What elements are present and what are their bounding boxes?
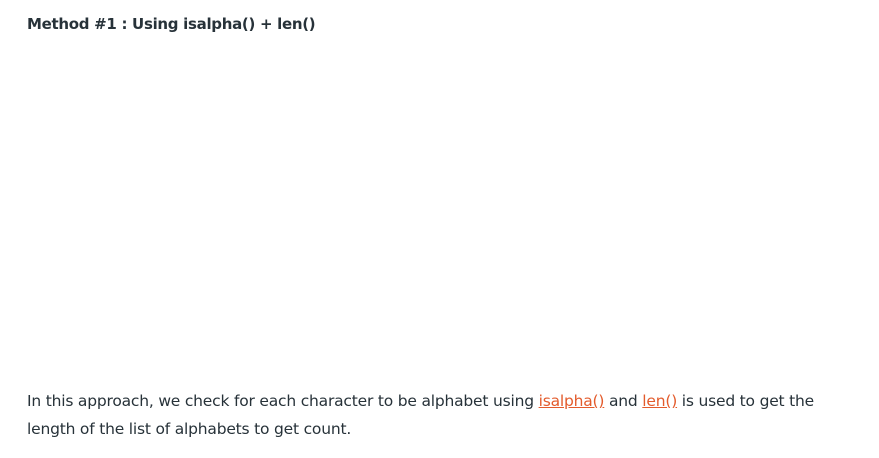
len-link[interactable]: len() [642, 392, 677, 410]
isalpha-link[interactable]: isalpha() [539, 392, 605, 410]
text: In this approach, we check for each char… [27, 392, 539, 410]
text: and [604, 392, 643, 410]
section-heading: Method #1 : Using isalpha() + len() [27, 15, 316, 33]
description-paragraph: In this approach, we check for each char… [27, 387, 857, 443]
